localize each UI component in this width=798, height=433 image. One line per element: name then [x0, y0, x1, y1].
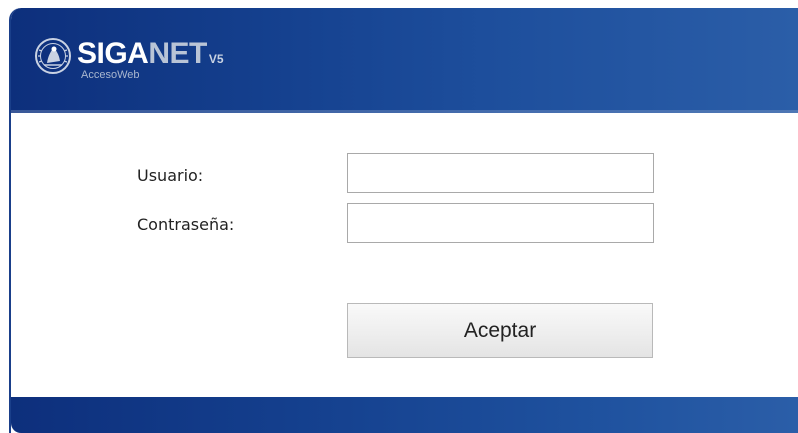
- brand-accent: NET: [148, 37, 207, 70]
- password-input[interactable]: [347, 203, 654, 243]
- password-label: Contraseña:: [137, 215, 235, 234]
- accept-button[interactable]: Aceptar: [347, 303, 653, 358]
- header-banner: SIGANET V5 AccesoWeb: [11, 8, 798, 113]
- username-input[interactable]: [347, 153, 654, 193]
- login-panel: SIGANET V5 AccesoWeb Usuario: Contraseña:…: [9, 8, 798, 433]
- username-label: Usuario:: [137, 166, 204, 185]
- seal-emblem-icon: [35, 38, 71, 74]
- brand-subtitle: AccesoWeb: [81, 69, 140, 81]
- brand-main: SIGA: [77, 37, 149, 70]
- brand-version: V5: [208, 52, 224, 66]
- footer-bar: [11, 397, 798, 433]
